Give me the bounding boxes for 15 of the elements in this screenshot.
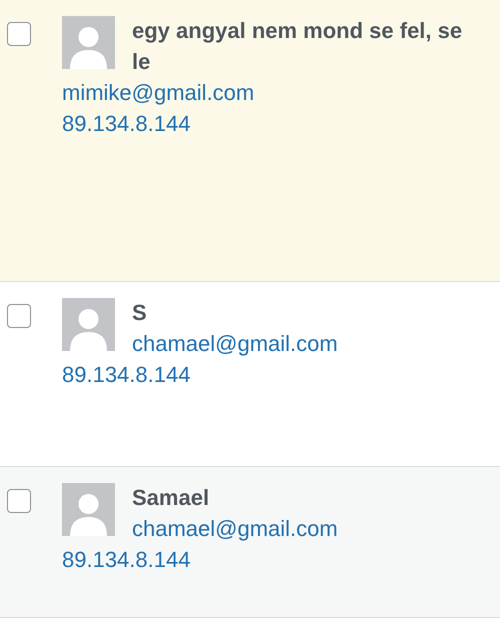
select-checkbox[interactable]	[7, 489, 31, 513]
ip-address-link[interactable]: 89.134.8.144	[62, 547, 190, 572]
avatar-icon	[62, 16, 115, 69]
select-checkbox[interactable]	[7, 304, 31, 328]
avatar-icon	[62, 298, 115, 351]
avatar-icon	[62, 483, 115, 536]
ip-address-link[interactable]: 89.134.8.144	[62, 362, 190, 387]
author-name: S	[132, 299, 148, 327]
ip-address-link[interactable]: 89.134.8.144	[62, 111, 190, 136]
author-name: Samael	[132, 484, 210, 512]
author-name: egy angyal nem mond se fel, se le	[132, 17, 464, 76]
author-email-link[interactable]: chamael@gmail.com	[132, 331, 338, 356]
select-checkbox[interactable]	[7, 22, 31, 46]
author-email-link[interactable]: mimike@gmail.com	[62, 80, 254, 105]
author-email-link[interactable]: chamael@gmail.com	[132, 516, 338, 541]
